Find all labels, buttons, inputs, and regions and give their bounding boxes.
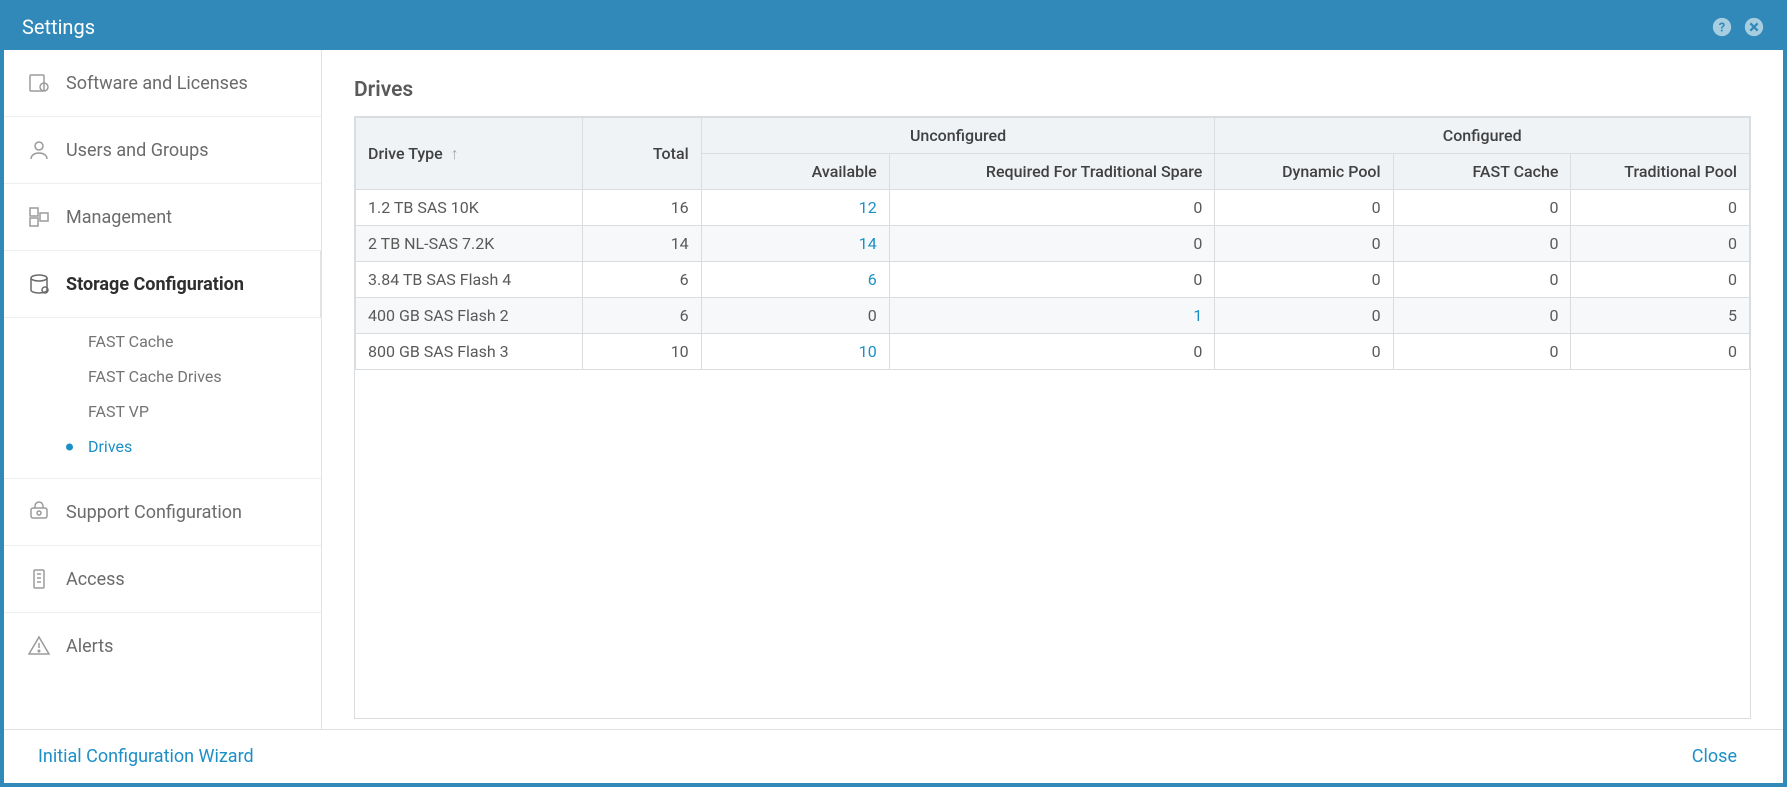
cell-available[interactable]: 10 bbox=[701, 334, 889, 370]
cell-fast: 0 bbox=[1393, 190, 1571, 226]
sidebar-sub-fast-cache[interactable]: FAST Cache bbox=[4, 324, 321, 359]
cell-dynamic: 0 bbox=[1215, 298, 1393, 334]
table-row[interactable]: 2 TB NL-SAS 7.2K14140000 bbox=[356, 226, 1750, 262]
sidebar-item-label: Software and Licenses bbox=[66, 73, 248, 94]
sidebar-item-label: Users and Groups bbox=[66, 140, 208, 161]
cell-dynamic: 0 bbox=[1215, 190, 1393, 226]
cell-spare: 0 bbox=[889, 190, 1215, 226]
col-traditional-pool[interactable]: Traditional Pool bbox=[1571, 154, 1750, 190]
cell-drive-type: 3.84 TB SAS Flash 4 bbox=[356, 262, 583, 298]
cell-dynamic: 0 bbox=[1215, 262, 1393, 298]
close-icon[interactable] bbox=[1743, 16, 1765, 38]
cell-trad: 0 bbox=[1571, 334, 1750, 370]
cell-fast: 0 bbox=[1393, 262, 1571, 298]
sidebar-item-support-config[interactable]: Support Configuration bbox=[4, 479, 321, 546]
cell-trad: 5 bbox=[1571, 298, 1750, 334]
cell-total: 10 bbox=[582, 334, 701, 370]
svg-text:?: ? bbox=[1719, 21, 1725, 36]
alert-icon bbox=[26, 633, 52, 659]
colgroup-unconfigured: Unconfigured bbox=[701, 118, 1215, 154]
support-icon bbox=[26, 499, 52, 525]
drives-table-wrap: Drive Type ↑ Total Unconfigured Configur… bbox=[354, 116, 1751, 719]
sidebar-item-access[interactable]: Access bbox=[4, 546, 321, 613]
col-required-spare[interactable]: Required For Traditional Spare bbox=[889, 154, 1215, 190]
colgroup-configured: Configured bbox=[1215, 118, 1750, 154]
cell-drive-type: 400 GB SAS Flash 2 bbox=[356, 298, 583, 334]
storage-icon bbox=[26, 271, 52, 297]
cell-available: 0 bbox=[701, 298, 889, 334]
table-row[interactable]: 3.84 TB SAS Flash 4660000 bbox=[356, 262, 1750, 298]
drives-table: Drive Type ↑ Total Unconfigured Configur… bbox=[355, 117, 1750, 370]
col-total[interactable]: Total bbox=[582, 118, 701, 190]
cell-total: 6 bbox=[582, 298, 701, 334]
cell-available[interactable]: 12 bbox=[701, 190, 889, 226]
management-icon bbox=[26, 204, 52, 230]
cell-drive-type: 1.2 TB SAS 10K bbox=[356, 190, 583, 226]
footer: Initial Configuration Wizard Close bbox=[4, 729, 1783, 783]
cell-trad: 0 bbox=[1571, 262, 1750, 298]
col-drive-type[interactable]: Drive Type ↑ bbox=[356, 118, 583, 190]
cell-available[interactable]: 6 bbox=[701, 262, 889, 298]
cell-spare: 0 bbox=[889, 226, 1215, 262]
table-row[interactable]: 800 GB SAS Flash 310100000 bbox=[356, 334, 1750, 370]
title-text: Settings bbox=[22, 15, 1701, 39]
cell-dynamic: 0 bbox=[1215, 226, 1393, 262]
sidebar-item-alerts[interactable]: Alerts bbox=[4, 613, 321, 679]
sidebar-item-label: Access bbox=[66, 569, 125, 590]
sidebar-item-users-groups[interactable]: Users and Groups bbox=[4, 117, 321, 184]
license-icon bbox=[26, 70, 52, 96]
table-row[interactable]: 1.2 TB SAS 10K16120000 bbox=[356, 190, 1750, 226]
cell-available[interactable]: 14 bbox=[701, 226, 889, 262]
cell-fast: 0 bbox=[1393, 334, 1571, 370]
titlebar: Settings ? bbox=[4, 4, 1783, 50]
user-icon bbox=[26, 137, 52, 163]
sidebar-item-software-licenses[interactable]: Software and Licenses bbox=[4, 50, 321, 117]
page-heading: Drives bbox=[354, 78, 1751, 102]
col-dynamic-pool[interactable]: Dynamic Pool bbox=[1215, 154, 1393, 190]
cell-spare: 0 bbox=[889, 262, 1215, 298]
sidebar-sub-fast-cache-drives[interactable]: FAST Cache Drives bbox=[4, 359, 321, 394]
cell-total: 16 bbox=[582, 190, 701, 226]
content-pane: Drives Drive Type ↑ Total Unconfigured C… bbox=[322, 50, 1783, 729]
cell-fast: 0 bbox=[1393, 226, 1571, 262]
cell-drive-type: 2 TB NL-SAS 7.2K bbox=[356, 226, 583, 262]
cell-dynamic: 0 bbox=[1215, 334, 1393, 370]
sidebar-item-management[interactable]: Management bbox=[4, 184, 321, 251]
col-available[interactable]: Available bbox=[701, 154, 889, 190]
sidebar-item-label: Alerts bbox=[66, 636, 113, 657]
sidebar-item-label: Support Configuration bbox=[66, 502, 242, 523]
table-row[interactable]: 400 GB SAS Flash 2601005 bbox=[356, 298, 1750, 334]
cell-total: 6 bbox=[582, 262, 701, 298]
close-button[interactable]: Close bbox=[1692, 746, 1737, 767]
sidebar-sub-fast-vp[interactable]: FAST VP bbox=[4, 394, 321, 429]
cell-spare: 0 bbox=[889, 334, 1215, 370]
cell-spare[interactable]: 1 bbox=[889, 298, 1215, 334]
sidebar-item-storage-config[interactable]: Storage Configuration bbox=[4, 251, 321, 318]
sort-asc-icon: ↑ bbox=[451, 144, 459, 163]
access-icon bbox=[26, 566, 52, 592]
cell-trad: 0 bbox=[1571, 226, 1750, 262]
cell-total: 14 bbox=[582, 226, 701, 262]
sidebar-item-label: Storage Configuration bbox=[66, 274, 244, 295]
storage-subgroup: FAST Cache FAST Cache Drives FAST VP Dri… bbox=[4, 318, 321, 479]
help-icon[interactable]: ? bbox=[1711, 16, 1733, 38]
cell-trad: 0 bbox=[1571, 190, 1750, 226]
cell-fast: 0 bbox=[1393, 298, 1571, 334]
col-fast-cache[interactable]: FAST Cache bbox=[1393, 154, 1571, 190]
cell-drive-type: 800 GB SAS Flash 3 bbox=[356, 334, 583, 370]
sidebar-sub-drives[interactable]: Drives bbox=[4, 429, 321, 464]
wizard-link[interactable]: Initial Configuration Wizard bbox=[38, 746, 254, 767]
sidebar-item-label: Management bbox=[66, 207, 172, 228]
sidebar: Software and Licenses Users and Groups M… bbox=[4, 50, 322, 729]
